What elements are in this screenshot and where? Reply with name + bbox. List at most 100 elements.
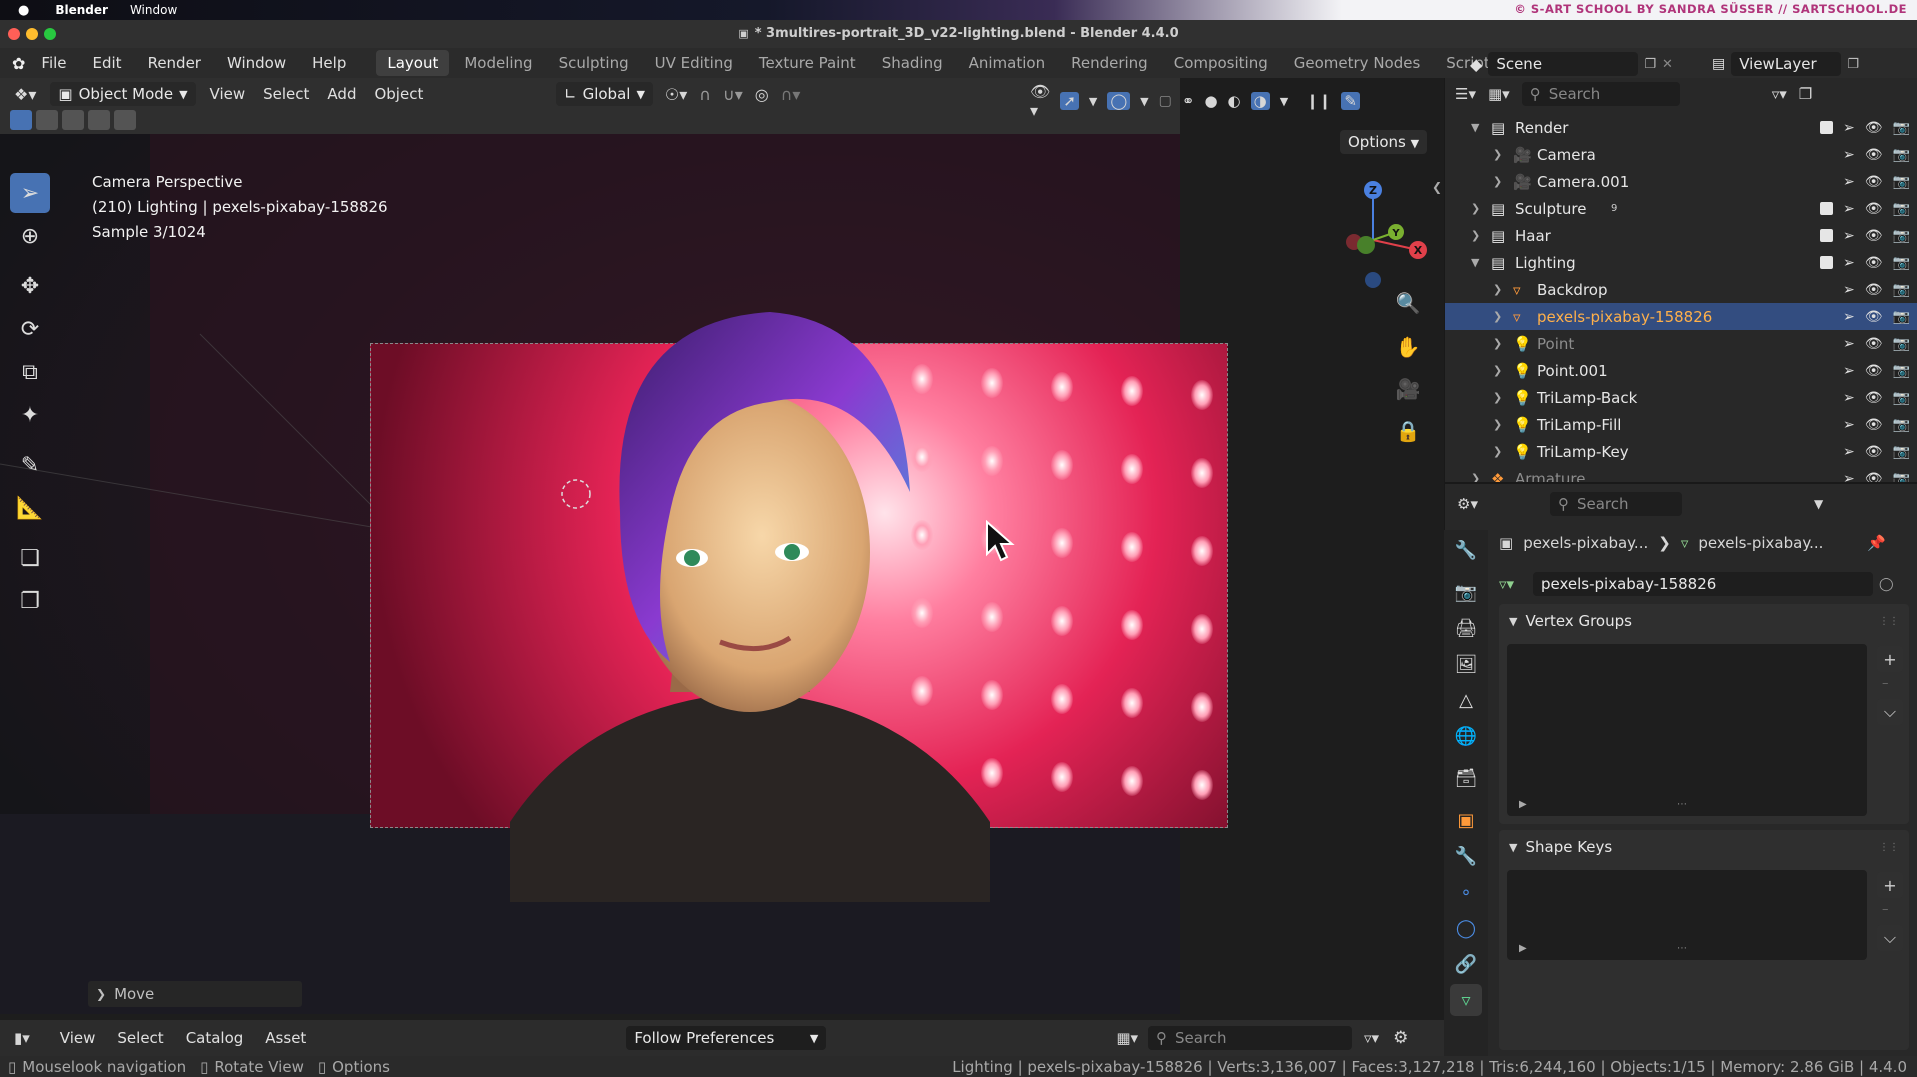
tab-geometry-nodes[interactable]: Geometry Nodes xyxy=(1283,50,1432,76)
tab-shading[interactable]: Shading xyxy=(871,50,954,76)
app-menu[interactable]: Blender xyxy=(55,3,108,17)
add-shape-key-button[interactable]: + xyxy=(1877,872,1903,898)
select-arrow-icon[interactable]: ➢ xyxy=(1843,147,1855,163)
mesh-data-icon[interactable]: ▿▾ xyxy=(1499,575,1533,593)
camera-render-icon[interactable]: 📷 xyxy=(1893,363,1910,379)
tab-compositing[interactable]: Compositing xyxy=(1163,50,1279,76)
blender-logo-icon[interactable]: ✿ xyxy=(12,54,25,73)
drag-handle-icon[interactable]: ⋮⋮ xyxy=(1879,842,1899,853)
eye-visibility-icon[interactable]: 👁 xyxy=(1865,120,1883,136)
viewlayer-field[interactable]: ViewLayer xyxy=(1731,52,1842,76)
menu-asset[interactable]: Asset xyxy=(265,1029,306,1047)
select-box-tool-icon[interactable]: ➢ xyxy=(10,173,50,213)
camera-render-icon[interactable]: 📷 xyxy=(1893,174,1910,190)
properties-search-input[interactable]: ⚲ Search xyxy=(1549,492,1682,516)
scale-tool-icon[interactable]: ⧉ xyxy=(10,352,50,392)
vertex-group-menu-button[interactable]: ⌵ xyxy=(1877,699,1903,725)
exclude-checkbox[interactable] xyxy=(1820,256,1834,269)
menu-edit[interactable]: Edit xyxy=(83,54,132,72)
camera-render-icon[interactable]: 📷 xyxy=(1893,417,1910,433)
expand-chevron-icon[interactable]: ❯ xyxy=(1493,310,1502,323)
select-arrow-icon[interactable]: ➢ xyxy=(1843,228,1855,244)
outliner-row[interactable]: ❯ 💡 Point.001 ➢ 👁 📷 xyxy=(1445,357,1917,384)
menu-file[interactable]: File xyxy=(31,54,76,72)
exclude-checkbox[interactable] xyxy=(1820,202,1834,215)
display-mode-icon[interactable]: ▦▾ xyxy=(1116,1029,1138,1047)
vertex-groups-title[interactable]: Vertex Groups xyxy=(1525,612,1631,630)
menu-view[interactable]: View xyxy=(60,1029,96,1047)
remove-shape-key-button[interactable]: – xyxy=(1882,902,1889,917)
eye-visibility-icon[interactable]: 👁 xyxy=(1865,255,1883,271)
outliner-row[interactable]: ▼ ▤ Render ➢ 👁 📷 xyxy=(1445,114,1917,141)
chevron-down-icon[interactable]: ▼ xyxy=(1509,615,1517,628)
menu-view[interactable]: View xyxy=(210,85,246,103)
tab-animation[interactable]: Animation xyxy=(958,50,1056,76)
select-arrow-icon[interactable]: ➢ xyxy=(1843,201,1855,217)
gizmo-neg-z[interactable] xyxy=(1365,272,1381,288)
camera-render-icon[interactable]: 📷 xyxy=(1893,282,1910,298)
visibility-icon[interactable]: 👁▾ xyxy=(1030,82,1050,120)
pivot-point-icon[interactable]: ☉▾ xyxy=(665,85,687,104)
shape-key-list[interactable]: ▶ ⋯ xyxy=(1507,870,1867,960)
camera-render-icon[interactable]: 📷 xyxy=(1893,228,1910,244)
pan-hand-icon[interactable]: ✋ xyxy=(1393,332,1423,362)
eye-visibility-icon[interactable]: 👁 xyxy=(1865,336,1883,352)
expand-chevron-icon[interactable]: ❯ xyxy=(1493,283,1502,296)
drag-handle-icon[interactable]: ⋮⋮ xyxy=(1879,616,1899,627)
add-vertex-group-button[interactable]: + xyxy=(1877,646,1903,672)
exclude-checkbox[interactable] xyxy=(1820,229,1834,242)
outliner-row[interactable]: ❯ 💡 TriLamp-Key ➢ 👁 📷 xyxy=(1445,438,1917,465)
eye-visibility-icon[interactable]: 👁 xyxy=(1865,417,1883,433)
eye-visibility-icon[interactable]: 👁 xyxy=(1865,201,1883,217)
transform-tool-icon[interactable]: ✦ xyxy=(10,395,50,435)
scene-icon[interactable]: ◆ xyxy=(1470,55,1482,74)
tab-layout[interactable]: Layout xyxy=(376,50,450,76)
tab-rendering[interactable]: Rendering xyxy=(1060,50,1159,76)
annotate-tool-icon[interactable]: ✎ xyxy=(10,445,50,485)
exclude-checkbox[interactable] xyxy=(1820,121,1834,134)
outliner-row[interactable]: ❯ ▿ Backdrop ➢ 👁 📷 xyxy=(1445,276,1917,303)
editor-type-icon[interactable]: ☰▾ xyxy=(1455,85,1476,103)
menu-select[interactable]: Select xyxy=(117,1029,163,1047)
sidebar-toggle-icon[interactable]: ❮ xyxy=(1432,180,1442,194)
tool-tab-icon[interactable]: 🔧 xyxy=(1450,534,1482,566)
expand-chevron-icon[interactable]: ❯ xyxy=(1493,175,1502,188)
fake-user-shield-icon[interactable]: ◯ xyxy=(1879,577,1894,592)
expand-chevron-icon[interactable]: ▼ xyxy=(1471,256,1479,269)
eye-visibility-icon[interactable]: 👁 xyxy=(1865,363,1883,379)
menu-window[interactable]: Window xyxy=(217,54,296,72)
outliner-row[interactable]: ❯ 🎥 Camera.001 ➢ 👁 📷 xyxy=(1445,168,1917,195)
eye-visibility-icon[interactable]: 👁 xyxy=(1865,147,1883,163)
output-tab-icon[interactable]: 🖨 xyxy=(1450,612,1482,644)
tab-modeling[interactable]: Modeling xyxy=(453,50,543,76)
select-intersect-icon[interactable] xyxy=(114,110,136,130)
expand-chevron-icon[interactable]: ❯ xyxy=(1493,418,1502,431)
select-arrow-icon[interactable]: ➢ xyxy=(1843,282,1855,298)
expand-chevron-icon[interactable]: ❯ xyxy=(1493,337,1502,350)
expand-chevron-icon[interactable]: ❯ xyxy=(1493,445,1502,458)
cursor-tool-icon[interactable]: ⊕ xyxy=(10,216,50,256)
gizmo-toggle-icon[interactable]: ➚ xyxy=(1060,92,1079,110)
camera-view-icon[interactable]: 🎥 xyxy=(1393,374,1423,404)
mode-dropdown[interactable]: ▣ Object Mode ▼ xyxy=(50,82,196,106)
select-subtract-icon[interactable] xyxy=(62,110,84,130)
shape-keys-title[interactable]: Shape Keys xyxy=(1525,838,1612,856)
menu-add[interactable]: Add xyxy=(327,85,356,103)
snap-target-icon[interactable]: ∪▾ xyxy=(723,85,743,104)
expand-chevron-icon[interactable]: ▼ xyxy=(1471,121,1479,134)
move-tool-icon[interactable]: ✥ xyxy=(10,266,50,306)
eye-visibility-icon[interactable]: 👁 xyxy=(1865,390,1883,406)
outliner-row[interactable]: ❯ ▤ Sculpture 9 ➢ 👁 📷 xyxy=(1445,195,1917,222)
lock-icon[interactable]: 🔒 xyxy=(1393,416,1423,446)
options-dropdown[interactable]: Options ▼ xyxy=(1340,130,1428,154)
outliner-search-input[interactable]: ⚲ Search xyxy=(1521,82,1680,106)
select-arrow-icon[interactable]: ➢ xyxy=(1843,174,1855,190)
xray-icon[interactable]: ▢ xyxy=(1159,93,1172,109)
viewlayer-icon[interactable]: ▤ xyxy=(1712,56,1725,72)
select-arrow-icon[interactable]: ➢ xyxy=(1843,363,1855,379)
select-arrow-icon[interactable]: ➢ xyxy=(1843,417,1855,433)
proportional-edit-icon[interactable]: ◎ xyxy=(755,85,769,104)
tab-uv-editing[interactable]: UV Editing xyxy=(644,50,744,76)
add-cube-tool-icon[interactable]: ❏ xyxy=(10,538,50,578)
scene-tab-icon[interactable]: △ xyxy=(1450,684,1482,716)
